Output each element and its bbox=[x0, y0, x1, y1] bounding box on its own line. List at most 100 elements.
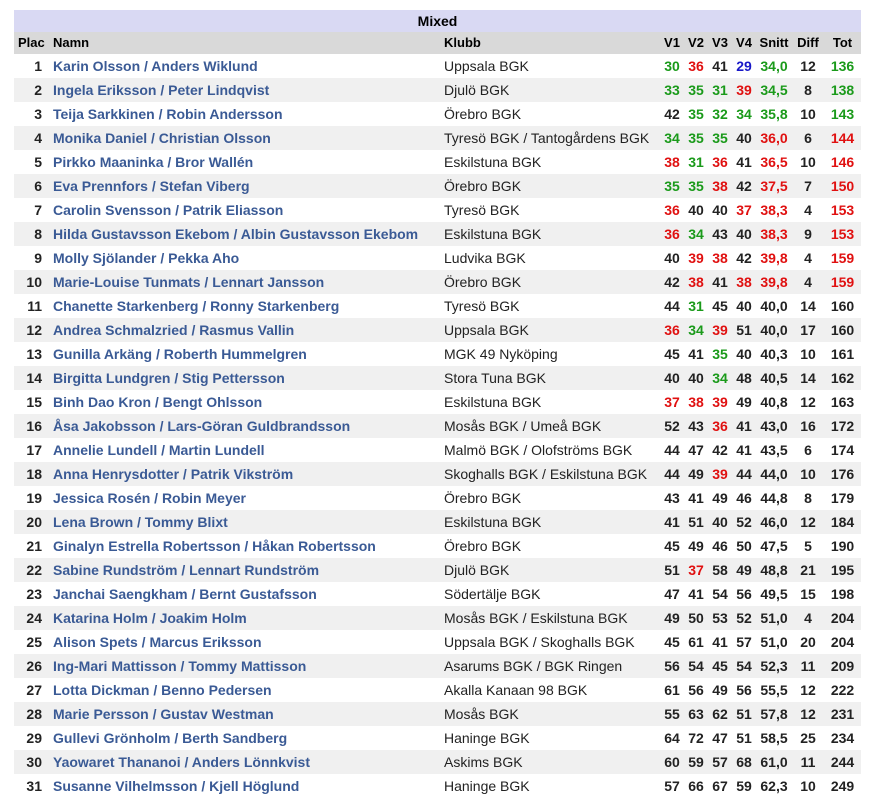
round-4-score: 42 bbox=[732, 246, 756, 270]
name-cell: Karin Olsson / Anders Wiklund bbox=[50, 54, 440, 78]
player-pair-link[interactable]: Gunilla Arkäng / Roberth Hummelgren bbox=[53, 346, 307, 362]
club-cell: Tyresö BGK bbox=[440, 198, 660, 222]
round-1-score: 44 bbox=[660, 462, 684, 486]
player-pair-link[interactable]: Binh Dao Kron / Bengt Ohlsson bbox=[53, 394, 262, 410]
player-pair-link[interactable]: Alison Spets / Marcus Eriksson bbox=[53, 634, 262, 650]
table-row: 8 Hilda Gustavsson Ekebom / Albin Gustavs… bbox=[14, 222, 861, 246]
player-pair-link[interactable]: Andrea Schmalzried / Rasmus Vallin bbox=[53, 322, 294, 338]
round-2-score: 49 bbox=[684, 462, 708, 486]
total-cell: 190 bbox=[824, 534, 861, 558]
round-3-score: 57 bbox=[708, 750, 732, 774]
name-cell: Lotta Dickman / Benno Pedersen bbox=[50, 678, 440, 702]
player-pair-link[interactable]: Lena Brown / Tommy Blixt bbox=[53, 514, 228, 530]
player-pair-link[interactable]: Katarina Holm / Joakim Holm bbox=[53, 610, 247, 626]
player-pair-link[interactable]: Sabine Rundström / Lennart Rundström bbox=[53, 562, 319, 578]
diff-cell: 4 bbox=[792, 606, 824, 630]
player-pair-link[interactable]: Marie-Louise Tunmats / Lennart Jansson bbox=[53, 274, 324, 290]
total-cell: 136 bbox=[824, 54, 861, 78]
round-1-score: 30 bbox=[660, 54, 684, 78]
round-1-score: 64 bbox=[660, 726, 684, 750]
player-pair-link[interactable]: Carolin Svensson / Patrik Eliasson bbox=[53, 202, 283, 218]
round-3-score: 41 bbox=[708, 54, 732, 78]
club-cell: Haninge BGK bbox=[440, 774, 660, 798]
player-pair-link[interactable]: Susanne Vilhelmsson / Kjell Höglund bbox=[53, 778, 299, 794]
diff-cell: 12 bbox=[792, 390, 824, 414]
table-row: 24 Katarina Holm / Joakim Holm Mosås BGK /… bbox=[14, 606, 861, 630]
round-4-score: 34 bbox=[732, 102, 756, 126]
player-pair-link[interactable]: Teija Sarkkinen / Robin Andersson bbox=[53, 106, 283, 122]
round-4-score: 56 bbox=[732, 678, 756, 702]
total-cell: 244 bbox=[824, 750, 861, 774]
round-3-score: 49 bbox=[708, 486, 732, 510]
name-cell: Marie-Louise Tunmats / Lennart Jansson bbox=[50, 270, 440, 294]
name-cell: Marie Persson / Gustav Westman bbox=[50, 702, 440, 726]
round-1-score: 60 bbox=[660, 750, 684, 774]
player-pair-link[interactable]: Ginalyn Estrella Robertsson / Håkan Robe… bbox=[53, 538, 376, 554]
table-row: 11 Chanette Starkenberg / Ronny Starkenbe… bbox=[14, 294, 861, 318]
player-pair-link[interactable]: Monika Daniel / Christian Olsson bbox=[53, 130, 271, 146]
player-pair-link[interactable]: Ing-Mari Mattisson / Tommy Mattisson bbox=[53, 658, 306, 674]
diff-cell: 17 bbox=[792, 318, 824, 342]
player-pair-link[interactable]: Marie Persson / Gustav Westman bbox=[53, 706, 274, 722]
average-cell: 36,0 bbox=[756, 126, 792, 150]
round-1-score: 45 bbox=[660, 342, 684, 366]
name-cell: Andrea Schmalzried / Rasmus Vallin bbox=[50, 318, 440, 342]
player-pair-link[interactable]: Yaowaret Thananoi / Anders Lönnkvist bbox=[53, 754, 310, 770]
round-4-score: 41 bbox=[732, 438, 756, 462]
player-pair-link[interactable]: Birgitta Lundgren / Stig Pettersson bbox=[53, 370, 285, 386]
round-4-score: 41 bbox=[732, 150, 756, 174]
average-cell: 47,5 bbox=[756, 534, 792, 558]
player-pair-link[interactable]: Molly Sjölander / Pekka Aho bbox=[53, 250, 239, 266]
average-cell: 37,5 bbox=[756, 174, 792, 198]
average-cell: 34,5 bbox=[756, 78, 792, 102]
round-2-score: 66 bbox=[684, 774, 708, 798]
round-1-score: 47 bbox=[660, 582, 684, 606]
round-2-score: 61 bbox=[684, 630, 708, 654]
round-4-score: 56 bbox=[732, 582, 756, 606]
round-3-score: 39 bbox=[708, 390, 732, 414]
player-pair-link[interactable]: Pirkko Maaninka / Bror Wallén bbox=[53, 154, 253, 170]
player-pair-link[interactable]: Annelie Lundell / Martin Lundell bbox=[53, 442, 265, 458]
player-pair-link[interactable]: Chanette Starkenberg / Ronny Starkenberg bbox=[53, 298, 339, 314]
average-cell: 40,0 bbox=[756, 294, 792, 318]
player-pair-link[interactable]: Gullevi Grönholm / Berth Sandberg bbox=[53, 730, 287, 746]
round-1-score: 42 bbox=[660, 270, 684, 294]
results-table: Mixed Plac Namn Klubb V1 V2 V3 V4 Snitt … bbox=[14, 10, 861, 798]
player-pair-link[interactable]: Ingela Eriksson / Peter Lindqvist bbox=[53, 82, 269, 98]
player-pair-link[interactable]: Hilda Gustavsson Ekebom / Albin Gustavss… bbox=[53, 226, 418, 242]
round-2-score: 54 bbox=[684, 654, 708, 678]
diff-cell: 4 bbox=[792, 198, 824, 222]
total-cell: 161 bbox=[824, 342, 861, 366]
player-pair-link[interactable]: Åsa Jakobsson / Lars-Göran Guldbrandsson bbox=[53, 418, 350, 434]
name-cell: Lena Brown / Tommy Blixt bbox=[50, 510, 440, 534]
diff-cell: 4 bbox=[792, 246, 824, 270]
placement-cell: 13 bbox=[14, 342, 50, 366]
club-cell: Haninge BGK bbox=[440, 726, 660, 750]
table-body: 1 Karin Olsson / Anders Wiklund Uppsala BG… bbox=[14, 54, 861, 798]
player-pair-link[interactable]: Janchai Saengkham / Bernt Gustafsson bbox=[53, 586, 317, 602]
player-pair-link[interactable]: Karin Olsson / Anders Wiklund bbox=[53, 58, 258, 74]
average-cell: 40,0 bbox=[756, 318, 792, 342]
average-cell: 39,8 bbox=[756, 246, 792, 270]
club-cell: Stora Tuna BGK bbox=[440, 366, 660, 390]
total-cell: 153 bbox=[824, 198, 861, 222]
placement-cell: 28 bbox=[14, 702, 50, 726]
results-table-container: Mixed Plac Namn Klubb V1 V2 V3 V4 Snitt … bbox=[14, 10, 861, 798]
average-cell: 55,5 bbox=[756, 678, 792, 702]
player-pair-link[interactable]: Eva Prennfors / Stefan Viberg bbox=[53, 178, 250, 194]
player-pair-link[interactable]: Jessica Rosén / Robin Meyer bbox=[53, 490, 246, 506]
player-pair-link[interactable]: Anna Henrysdotter / Patrik Vikström bbox=[53, 466, 293, 482]
round-3-score: 39 bbox=[708, 462, 732, 486]
round-4-score: 40 bbox=[732, 222, 756, 246]
player-pair-link[interactable]: Lotta Dickman / Benno Pedersen bbox=[53, 682, 272, 698]
round-4-score: 51 bbox=[732, 318, 756, 342]
round-3-score: 38 bbox=[708, 174, 732, 198]
round-3-score: 38 bbox=[708, 246, 732, 270]
diff-cell: 5 bbox=[792, 534, 824, 558]
average-cell: 40,3 bbox=[756, 342, 792, 366]
average-cell: 51,0 bbox=[756, 630, 792, 654]
name-cell: Yaowaret Thananoi / Anders Lönnkvist bbox=[50, 750, 440, 774]
placement-cell: 1 bbox=[14, 54, 50, 78]
diff-cell: 20 bbox=[792, 630, 824, 654]
round-3-score: 53 bbox=[708, 606, 732, 630]
